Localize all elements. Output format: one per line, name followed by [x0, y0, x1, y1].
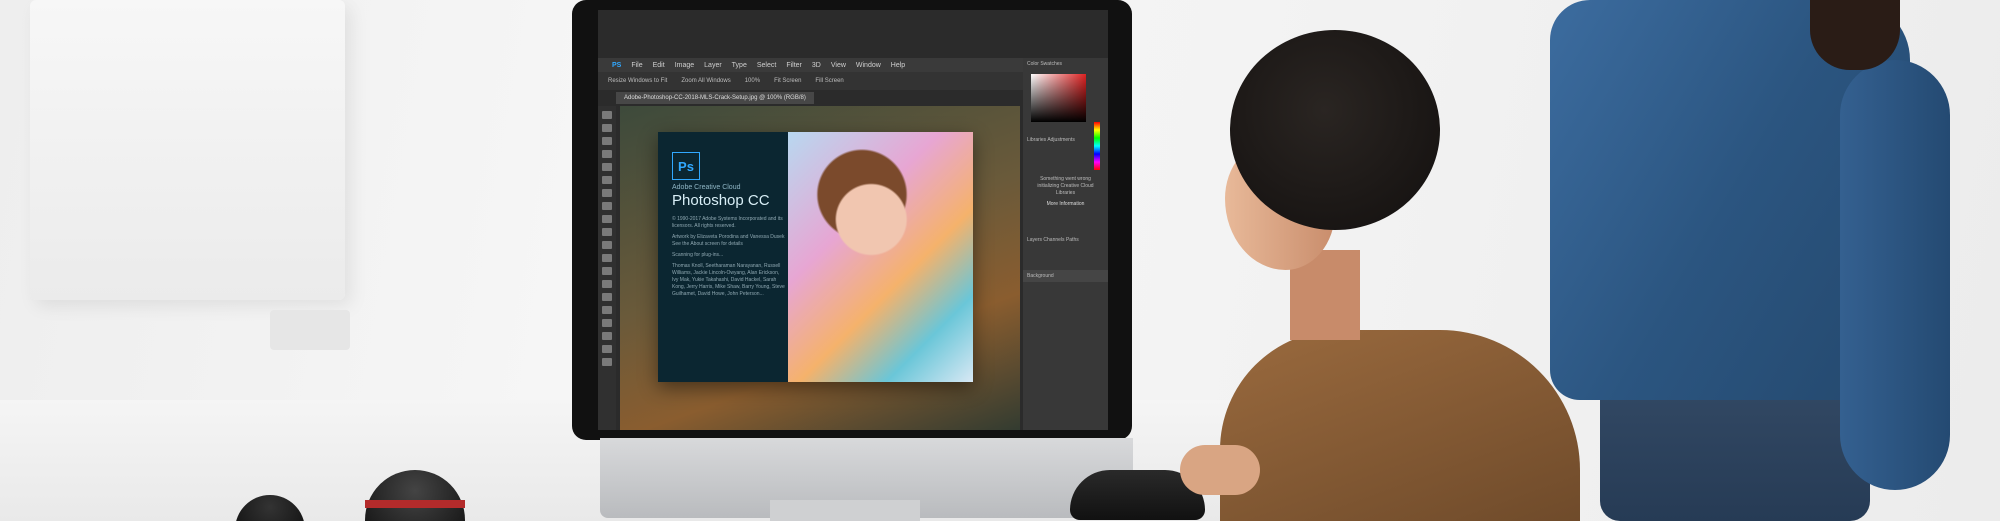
menu-item[interactable]: Layer — [704, 62, 722, 69]
healing-brush-icon[interactable] — [602, 189, 612, 197]
move-tool-icon[interactable] — [602, 111, 612, 119]
splash-artwork-image — [788, 132, 973, 382]
hue-slider[interactable] — [1094, 122, 1100, 170]
splash-screen: Ps Adobe Creative Cloud Photoshop CC © 1… — [658, 132, 973, 382]
history-brush-icon[interactable] — [602, 228, 612, 236]
color-panel-tab[interactable]: Color Swatches — [1023, 58, 1108, 70]
color-tab[interactable]: Color — [1027, 61, 1039, 67]
crop-tool-icon[interactable] — [602, 163, 612, 171]
layer-row[interactable]: Background — [1023, 270, 1108, 282]
menu-item[interactable]: Filter — [786, 62, 802, 69]
channels-tab[interactable]: Channels — [1043, 237, 1064, 243]
denim-sleeve — [1840, 60, 1950, 490]
monitor-stand — [770, 500, 920, 521]
color-picker-field[interactable] — [1031, 74, 1086, 122]
cc-error-message: Something went wrong initializing Creati… — [1037, 176, 1094, 196]
ps-logo-icon: Ps — [672, 152, 700, 180]
eraser-icon[interactable] — [602, 241, 612, 249]
wall-outlet — [270, 310, 350, 350]
eyedropper-icon[interactable] — [602, 176, 612, 184]
menu-item[interactable]: View — [831, 62, 846, 69]
menu-item[interactable]: Select — [757, 62, 776, 69]
layer-name: Background — [1027, 273, 1054, 279]
menu-item[interactable]: Edit — [653, 62, 665, 69]
layers-panel-tab[interactable]: Layers Channels Paths — [1023, 234, 1108, 246]
hand-tool-icon[interactable] — [602, 345, 612, 353]
standing-person — [1510, 0, 2000, 521]
option-fill-screen[interactable]: Fill Screen — [815, 78, 843, 84]
tools-panel — [598, 106, 616, 430]
option-fit-screen[interactable]: Fit Screen — [774, 78, 801, 84]
swatches-tab[interactable]: Swatches — [1040, 61, 1062, 67]
paths-tab[interactable]: Paths — [1066, 237, 1079, 243]
photo-scene: PS File Edit Image Layer Type Select Fil… — [0, 0, 2000, 521]
zoom-tool-icon[interactable] — [602, 358, 612, 366]
option-resize-windows[interactable]: Resize Windows to Fit — [608, 78, 667, 84]
splash-legal: See the About screen for details — [672, 241, 743, 247]
hand — [1180, 445, 1260, 495]
document-tab[interactable]: Adobe-Photoshop-CC-2018-MLS-Crack-Setup.… — [616, 92, 814, 104]
clone-stamp-icon[interactable] — [602, 215, 612, 223]
wall-radiator — [30, 0, 345, 300]
menu-item[interactable]: 3D — [812, 62, 821, 69]
menu-item[interactable]: Help — [891, 62, 905, 69]
curly-hair — [1230, 30, 1440, 230]
option-zoom-all[interactable]: Zoom All Windows — [681, 78, 730, 84]
marquee-tool-icon[interactable] — [602, 124, 612, 132]
magic-wand-icon[interactable] — [602, 150, 612, 158]
right-panels: Color Swatches Libraries Adjustments Som… — [1023, 58, 1108, 430]
dodge-icon[interactable] — [602, 280, 612, 288]
splash-credits: Thomas Knoll, Seetharaman Narayanan, Rus… — [672, 263, 785, 297]
lens-red-ring — [365, 500, 465, 508]
menu-item[interactable]: Image — [675, 62, 694, 69]
splash-artwork: Artwork by Elizaveta Porodina and Vaness… — [672, 234, 785, 240]
splash-brand: Adobe Creative Cloud — [672, 184, 741, 191]
shape-tool-icon[interactable] — [602, 332, 612, 340]
layers-tab[interactable]: Layers — [1027, 237, 1042, 243]
path-select-icon[interactable] — [602, 319, 612, 327]
long-hair — [1810, 0, 1900, 70]
menu-item[interactable]: Type — [732, 62, 747, 69]
blur-icon[interactable] — [602, 267, 612, 275]
brush-tool-icon[interactable] — [602, 202, 612, 210]
monitor-screen: PS File Edit Image Layer Type Select Fil… — [598, 10, 1108, 430]
menu-item[interactable]: Window — [856, 62, 881, 69]
menu-item[interactable]: PS — [612, 62, 621, 69]
menu-item[interactable]: File — [631, 62, 642, 69]
type-tool-icon[interactable] — [602, 306, 612, 314]
pen-tool-icon[interactable] — [602, 293, 612, 301]
splash-copyright: © 1990-2017 Adobe Systems Incorporated a… — [672, 216, 783, 229]
more-info-button[interactable]: More Information — [1023, 201, 1108, 208]
libraries-tab[interactable]: Libraries — [1027, 137, 1046, 143]
lasso-tool-icon[interactable] — [602, 137, 612, 145]
adjustments-tab[interactable]: Adjustments — [1047, 137, 1075, 143]
splash-text: © 1990-2017 Adobe Systems Incorporated a… — [672, 216, 787, 298]
splash-title: Photoshop CC — [672, 192, 770, 209]
splash-status: Scanning for plug-ins... — [672, 252, 724, 258]
gradient-icon[interactable] — [602, 254, 612, 262]
option-zoom-100[interactable]: 100% — [745, 78, 760, 84]
